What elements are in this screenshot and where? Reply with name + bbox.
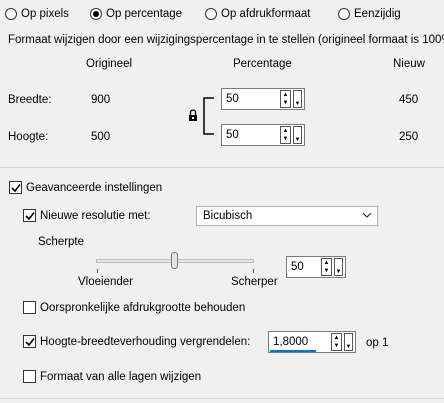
slider-tick <box>97 269 98 273</box>
height-label: Hoogte: <box>8 131 49 143</box>
checkmark-icon <box>24 211 35 220</box>
column-new: Nieuw <box>393 58 425 70</box>
height-percentage-input[interactable]: 50 ▲ ▼ ▼ <box>221 124 305 146</box>
resize-all-layers-checkbox[interactable]: Formaat van alle lagen wijzigen <box>23 370 201 383</box>
checkbox-label: Oorspronkelijke afdrukgrootte behouden <box>40 301 246 314</box>
column-original: Origineel <box>86 58 133 70</box>
slider-tick <box>253 269 254 273</box>
radio-indicator[interactable] <box>338 8 350 20</box>
sharpness-max-label: Scherper <box>231 276 278 288</box>
dropdown-arrow-icon[interactable]: ▼ <box>293 126 302 144</box>
resample-method-value: Bicubisch <box>203 210 253 222</box>
radio-by-percentage[interactable]: Op percentage <box>90 8 182 20</box>
spin-arrows[interactable]: ▲ ▼ <box>280 90 291 108</box>
bottom-divider <box>0 398 444 399</box>
spin-arrows[interactable]: ▲ ▼ <box>321 258 332 276</box>
width-percentage-value[interactable]: 50 <box>222 93 280 105</box>
checkmark-icon <box>24 337 35 346</box>
radio-by-pixels[interactable]: Op pixels <box>5 8 69 20</box>
checkbox-indicator[interactable] <box>23 370 36 383</box>
radio-indicator[interactable] <box>205 8 217 20</box>
radio-by-print-size[interactable]: Op afdrukformaat <box>205 8 310 20</box>
radio-indicator[interactable] <box>5 8 17 20</box>
chevron-down-icon <box>362 212 372 218</box>
dropdown-arrow-icon[interactable]: ▼ <box>293 90 302 108</box>
focus-underline <box>270 350 316 352</box>
checkbox-label: Nieuwe resolutie met: <box>40 209 151 222</box>
section-divider <box>0 167 444 168</box>
radio-label: Op afdrukformaat <box>221 8 311 20</box>
radio-label: Op pixels <box>21 8 69 20</box>
checkbox-indicator[interactable] <box>23 301 36 314</box>
width-percentage-input[interactable]: 50 ▲ ▼ ▼ <box>221 88 305 110</box>
height-percentage-value[interactable]: 50 <box>222 129 280 141</box>
lock-aspect-ratio-checkbox[interactable]: Hoogte-breedteverhouding vergrendelen: <box>23 335 250 348</box>
sharpness-min-label: Vloeiender <box>78 276 133 288</box>
spin-arrows[interactable]: ▲ ▼ <box>331 333 342 351</box>
checkbox-indicator[interactable] <box>23 209 36 222</box>
advanced-settings-checkbox[interactable]: Geavanceerde instellingen <box>9 181 162 194</box>
radio-indicator[interactable] <box>90 8 102 20</box>
checkbox-label: Geavanceerde instellingen <box>26 181 163 194</box>
checkbox-indicator[interactable] <box>23 335 36 348</box>
checkbox-label: Formaat van alle lagen wijzigen <box>40 370 202 383</box>
checkmark-icon <box>10 183 21 192</box>
radio-label: Eenzijdig <box>354 8 401 20</box>
aspect-ratio-suffix: op 1 <box>366 337 389 349</box>
lock-icon[interactable] <box>188 109 198 122</box>
keep-print-size-checkbox[interactable]: Oorspronkelijke afdrukgrootte behouden <box>23 301 245 314</box>
radio-label: Op percentage <box>106 8 183 20</box>
width-new-value: 450 <box>399 94 419 106</box>
dropdown-arrow-icon[interactable]: ▼ <box>334 258 343 276</box>
sharpness-slider-thumb[interactable] <box>171 252 178 269</box>
dropdown-arrow-icon[interactable]: ▼ <box>344 333 353 351</box>
sharpness-label: Scherpte <box>38 236 85 248</box>
checkbox-label: Hoogte-breedteverhouding vergrendelen: <box>40 335 251 348</box>
description-text: Formaat wijzigen door een wijzigingsperc… <box>8 34 444 46</box>
radio-one-sided[interactable]: Eenzijdig <box>338 8 401 20</box>
sharpness-value[interactable]: 50 <box>287 261 321 273</box>
height-original-value: 500 <box>91 131 111 143</box>
height-new-value: 250 <box>399 131 419 143</box>
width-original-value: 900 <box>91 94 111 106</box>
width-label: Breedte: <box>8 94 52 106</box>
column-percentage: Percentage <box>233 58 292 70</box>
aspect-ratio-value[interactable]: 1,8000 <box>269 336 331 348</box>
resample-method-select[interactable]: Bicubisch <box>196 206 378 226</box>
sharpness-input[interactable]: 50 ▲ ▼ ▼ <box>286 256 346 278</box>
resample-checkbox[interactable]: Nieuwe resolutie met: <box>23 209 151 222</box>
spin-arrows[interactable]: ▲ ▼ <box>280 126 291 144</box>
checkbox-indicator[interactable] <box>9 181 22 194</box>
